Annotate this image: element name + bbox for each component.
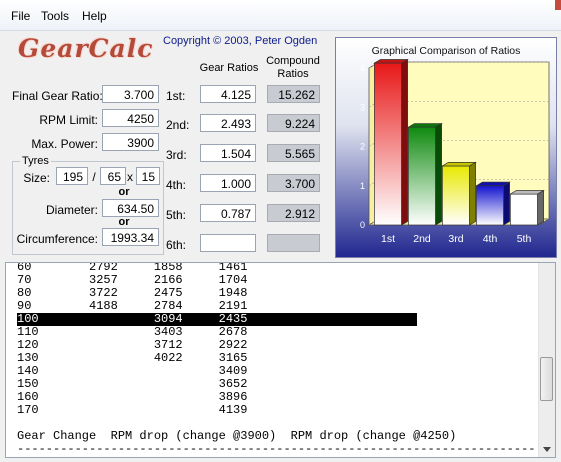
gear-1-label: 1st: <box>166 89 186 103</box>
gear-5-label: 5th: <box>166 208 187 222</box>
chart-bar-front <box>374 62 402 226</box>
menu-bar: File Tools Help <box>0 0 561 31</box>
vertical-scrollbar[interactable] <box>538 263 555 457</box>
chart-bar-side <box>469 161 476 226</box>
chart-x-tick: 3rd <box>448 233 463 245</box>
compound-header-ratios: Ratios <box>277 68 309 80</box>
gear-5-compound-value: 2.912 <box>267 204 320 222</box>
gear-1-compound-value: 15.262 <box>267 85 320 103</box>
chart-x-tick: 2nd <box>413 233 431 245</box>
menu-tools[interactable]: Tools <box>41 9 69 23</box>
chart-bar-front <box>408 126 436 226</box>
chart-bar-front <box>476 185 504 226</box>
or-label: or <box>118 216 130 228</box>
chart-bar-side <box>503 181 510 226</box>
diameter-input[interactable]: 634.50 <box>102 199 159 217</box>
chart-bar-3rd <box>441 161 477 226</box>
app-logo: GearCalc <box>18 34 154 63</box>
chart-bar-2nd <box>407 122 443 226</box>
gear-5-ratio-input[interactable]: 0.787 <box>200 204 256 222</box>
copyright-text: Copyright © 2003, Peter Ogden <box>163 35 318 47</box>
ratio-chart: Graphical Comparison of Ratios 0 1 2 3 4 1st 2… <box>335 37 557 258</box>
chart-bar-1st <box>373 58 409 226</box>
chart-bar-5th <box>509 189 545 226</box>
chart-bar-side <box>435 122 442 226</box>
gear-3-compound-value: 5.565 <box>267 144 320 162</box>
chart-y-tick: 2 <box>360 142 365 152</box>
scroll-down-icon[interactable] <box>539 445 555 455</box>
chart-bar-side <box>401 58 408 226</box>
gear-3-label: 3rd: <box>166 148 187 162</box>
chart-bar-front <box>510 193 538 226</box>
circumference-input[interactable]: 1993.34 <box>102 228 159 246</box>
or-label: or <box>118 186 130 198</box>
gear-3-ratio-input[interactable]: 1.504 <box>200 144 256 162</box>
results-footer: Gear Change RPM drop (change @3900) RPM … <box>17 429 457 443</box>
scrollbar-thumb[interactable] <box>540 357 553 401</box>
tyre-size-separator: / <box>92 170 96 184</box>
gear-ratios-header: Gear Ratios <box>199 62 259 74</box>
max-power-label: Max. Power: <box>31 137 98 151</box>
rpm-limit-label: RPM Limit: <box>39 113 98 127</box>
chart-y-tick: 3 <box>360 102 365 112</box>
gear-6-label: 6th: <box>166 238 187 252</box>
tyre-size-times: x <box>127 170 133 184</box>
chart-y-tick: 4 <box>360 63 365 73</box>
menu-help[interactable]: Help <box>82 9 107 23</box>
max-power-input[interactable]: 3900 <box>102 133 159 151</box>
gear-2-compound-value: 9.224 <box>267 114 320 132</box>
menu-file[interactable]: File <box>11 9 30 23</box>
gear-6-compound-value <box>267 234 320 252</box>
circumference-label: Circumference: <box>16 232 98 246</box>
chart-x-tick: 5th <box>517 233 532 245</box>
chart-canvas: 0 1 2 3 4 1st 2nd 3rd 4th 5th <box>360 58 551 245</box>
results-text-area[interactable]: 60 2792 1858 1461 70 3257 2166 1704 80 372… <box>5 262 556 458</box>
gear-6-ratio-input[interactable] <box>200 234 256 252</box>
chart-bar-4th <box>475 181 511 226</box>
tyre-width-input[interactable]: 195 <box>56 167 88 185</box>
chart-y-tick: 0 <box>360 220 365 230</box>
rpm-limit-input[interactable]: 4250 <box>102 109 159 127</box>
gear-4-compound-value: 3.700 <box>267 174 320 192</box>
tyre-size-label: Size: <box>23 171 50 185</box>
chart-x-tick: 4th <box>483 233 498 245</box>
chart-bar-front <box>442 165 470 226</box>
results-rule: ----------------------------------------… <box>17 443 537 456</box>
gear-4-label: 4th: <box>166 178 187 192</box>
compound-header: Compound <box>266 55 320 67</box>
results-row[interactable]: 170 4139 <box>17 404 417 417</box>
close-button[interactable] <box>555 0 561 10</box>
gear-1-ratio-input[interactable]: 4.125 <box>200 85 256 103</box>
tyre-rim-input[interactable]: 15 <box>136 167 160 185</box>
final-gear-ratio-input[interactable]: 3.700 <box>102 85 159 103</box>
tyres-group-title: Tyres <box>20 155 51 167</box>
diameter-label: Diameter: <box>45 203 98 217</box>
final-gear-ratio-label: Final Gear Ratio: <box>12 89 103 103</box>
gear-2-ratio-input[interactable]: 2.493 <box>200 114 256 132</box>
chart-bar-side <box>537 189 544 226</box>
tyre-profile-input[interactable]: 65 <box>100 167 126 185</box>
gear-4-ratio-input[interactable]: 1.000 <box>200 174 256 192</box>
chart-y-tick: 1 <box>360 181 365 191</box>
gear-2-label: 2nd: <box>166 118 190 132</box>
chart-x-tick: 1st <box>381 233 395 245</box>
